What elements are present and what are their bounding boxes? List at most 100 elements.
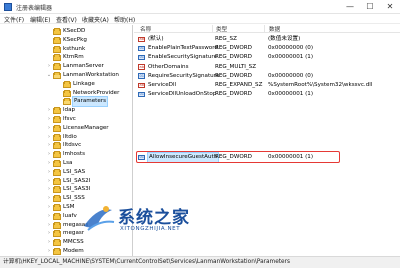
folder-icon bbox=[53, 239, 61, 247]
expand-chevron-icon[interactable]: › bbox=[46, 212, 52, 221]
tree-item[interactable]: KSecPkg bbox=[0, 36, 132, 45]
expand-chevron-icon[interactable]: › bbox=[46, 221, 52, 230]
tree-item[interactable]: Parameters bbox=[0, 96, 132, 108]
registry-value-row[interactable]: ServiceDll REG_EXPAND_SZ %SystemRoot%\Syst… bbox=[134, 81, 400, 90]
minimize-button[interactable]: — bbox=[340, 0, 360, 13]
tree-item[interactable]: NetworkProvider bbox=[0, 89, 132, 98]
folder-icon bbox=[53, 28, 61, 35]
tree-item[interactable]: › luafv bbox=[0, 212, 132, 221]
folder-icon bbox=[53, 186, 61, 194]
menu-file[interactable]: 文件(F) bbox=[4, 15, 24, 24]
folder-icon bbox=[53, 204, 61, 211]
tree-item[interactable]: › LSM bbox=[0, 203, 132, 212]
menu-favorites[interactable]: 收藏夹(A) bbox=[82, 15, 109, 24]
maximize-button[interactable]: ☐ bbox=[360, 0, 380, 13]
tree-item[interactable]: › megasr bbox=[0, 229, 132, 238]
registry-value-row[interactable]: RequireSecuritySignatureREG_DWORD 0x00000… bbox=[134, 72, 400, 81]
tree-item-label: lltdio bbox=[63, 133, 77, 140]
expand-chevron-icon[interactable]: › bbox=[46, 133, 52, 142]
tree-item[interactable]: › LanmanServer bbox=[0, 62, 132, 71]
tree-item[interactable]: › Lsa bbox=[0, 159, 132, 168]
tree-item-label: megasr bbox=[63, 230, 85, 237]
tree-item[interactable]: KSecDD bbox=[0, 27, 132, 36]
folder-icon bbox=[53, 248, 61, 255]
tree-item[interactable]: › LSI_SAS2I bbox=[0, 177, 132, 186]
column-header-data[interactable]: 数据 bbox=[269, 25, 280, 33]
tree-item-label: LSI_SAS bbox=[63, 168, 86, 175]
tree-item[interactable]: ksthunk bbox=[0, 45, 132, 54]
folder-icon bbox=[63, 89, 71, 97]
registry-value-row[interactable]: ServiceDllUnloadOnStopREG_DWORD 0x0000000… bbox=[134, 90, 400, 99]
tree-item[interactable]: Linkage bbox=[0, 80, 132, 89]
tree-item[interactable]: › megasas bbox=[0, 221, 132, 230]
expand-chevron-icon[interactable]: › bbox=[46, 150, 52, 159]
registry-value-row[interactable]: (默认) REG_SZ (数值未设置) bbox=[134, 35, 400, 44]
expand-chevron-icon[interactable]: › bbox=[46, 247, 52, 256]
tree-item[interactable]: › ldap bbox=[0, 106, 132, 115]
tree-item[interactable]: › Modem bbox=[0, 247, 132, 256]
registry-value-row[interactable]: EnablePlainTextPasswordREG_DWORD 0x000000… bbox=[134, 44, 400, 53]
value-data: 0x00000000 (0) bbox=[268, 45, 314, 52]
tree-item[interactable]: › LSI_SSS bbox=[0, 194, 132, 203]
expand-chevron-icon[interactable]: › bbox=[46, 238, 52, 247]
menu-edit[interactable]: 编辑(E) bbox=[30, 15, 50, 24]
folder-icon bbox=[53, 72, 61, 79]
tree-item[interactable]: › lltdio bbox=[0, 133, 132, 142]
tree-item[interactable]: › lmhosts bbox=[0, 150, 132, 159]
binary-value-icon bbox=[138, 54, 145, 61]
value-data: 0x00000001 (1) bbox=[268, 91, 314, 98]
column-header-type[interactable]: 类型 bbox=[216, 25, 227, 33]
registry-value-row[interactable]: EnableSecuritySignatureREG_DWORD 0x000000… bbox=[134, 53, 400, 62]
tree-item[interactable]: › LSI_SAS bbox=[0, 168, 132, 177]
tree-item-label: luafv bbox=[63, 212, 77, 219]
menu-help[interactable]: 帮助(H) bbox=[114, 15, 135, 24]
registry-key-tree[interactable]: KSecDD KSecPkg ksthunk KtmRm › LanmanServer ⌄ L… bbox=[0, 25, 133, 256]
menu-bar: 文件(F) 编辑(E) 查看(V) 收藏夹(A) 帮助(H) bbox=[0, 14, 400, 24]
tree-item[interactable]: › lltdsvc bbox=[0, 141, 132, 150]
expand-chevron-icon[interactable]: › bbox=[46, 168, 52, 177]
string-value-icon bbox=[138, 35, 145, 43]
tree-item[interactable]: › LSI_SAS3I bbox=[0, 185, 132, 194]
expand-chevron-icon[interactable]: › bbox=[46, 62, 52, 71]
tree-item[interactable]: KtmRm bbox=[0, 53, 132, 62]
expand-chevron-icon[interactable]: › bbox=[46, 177, 52, 186]
expand-chevron-icon[interactable]: › bbox=[46, 185, 52, 194]
tree-item[interactable]: › MMCSS bbox=[0, 238, 132, 247]
registry-value-row[interactable]: OtherDomains REG_MULTI_SZ bbox=[134, 63, 400, 72]
value-data: 0x00000001 (1) bbox=[268, 54, 314, 61]
tree-item[interactable]: ⌄ LanmanWorkstation bbox=[0, 71, 132, 80]
tree-item[interactable]: › lfsvc bbox=[0, 115, 132, 124]
values-header: 名称 类型 数据 bbox=[134, 25, 400, 33]
value-name: ServiceDll bbox=[148, 82, 177, 88]
folder-icon bbox=[53, 195, 61, 203]
highlight-box bbox=[136, 151, 340, 163]
folder-icon bbox=[53, 116, 61, 123]
collapse-chevron-icon[interactable]: ⌄ bbox=[46, 71, 52, 80]
folder-icon bbox=[53, 54, 61, 62]
binary-value-icon bbox=[138, 90, 145, 98]
column-divider[interactable] bbox=[264, 25, 265, 33]
expand-chevron-icon[interactable]: › bbox=[46, 194, 52, 203]
expand-chevron-icon[interactable]: › bbox=[46, 141, 52, 150]
tree-item-label: LanmanWorkstation bbox=[63, 72, 119, 78]
expand-chevron-icon[interactable]: › bbox=[46, 106, 52, 115]
folder-icon bbox=[53, 124, 61, 132]
tree-item-label: lfsvc bbox=[63, 116, 76, 122]
expand-chevron-icon[interactable]: › bbox=[46, 124, 52, 133]
column-divider[interactable] bbox=[212, 25, 213, 33]
folder-icon bbox=[63, 98, 71, 106]
tree-item[interactable]: › LicenseManager bbox=[0, 124, 132, 133]
string-value-icon bbox=[138, 81, 145, 89]
value-type: REG_EXPAND_SZ bbox=[215, 82, 263, 88]
expand-chevron-icon[interactable]: › bbox=[46, 203, 52, 212]
menu-view[interactable]: 查看(V) bbox=[56, 15, 77, 24]
value-type: REG_DWORD bbox=[215, 72, 252, 79]
expand-chevron-icon[interactable]: › bbox=[46, 229, 52, 238]
column-header-name[interactable]: 名称 bbox=[140, 25, 151, 33]
expand-chevron-icon[interactable]: › bbox=[46, 159, 52, 168]
expand-chevron-icon[interactable]: › bbox=[46, 115, 52, 124]
close-button[interactable]: ✕ bbox=[380, 0, 400, 13]
tree-item-label: KtmRm bbox=[63, 54, 84, 61]
folder-icon bbox=[53, 160, 61, 167]
tree-item-label: Modem bbox=[63, 248, 84, 254]
